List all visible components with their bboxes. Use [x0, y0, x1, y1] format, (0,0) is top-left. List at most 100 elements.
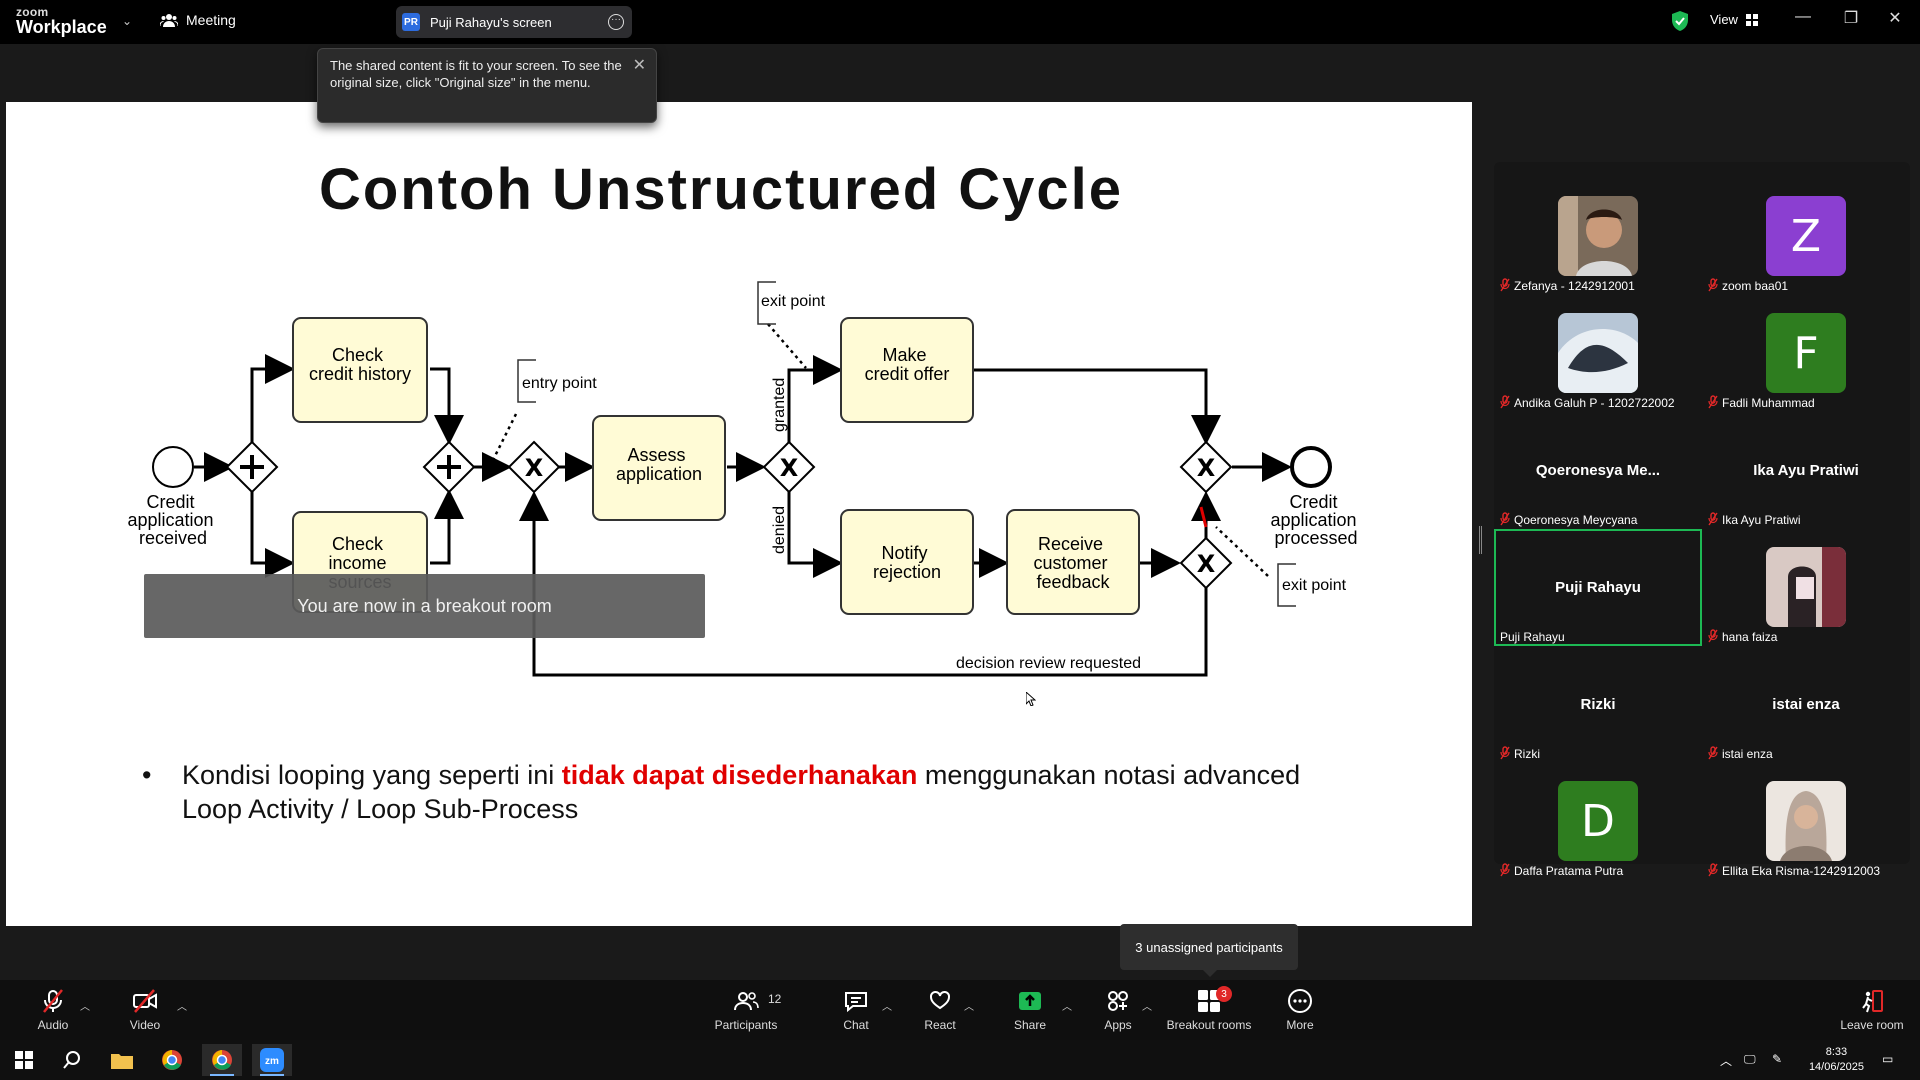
chrome-active-icon[interactable]: [202, 1044, 242, 1076]
share-screen-icon: [1019, 992, 1041, 1010]
more-button[interactable]: More: [1280, 980, 1320, 1040]
react-button[interactable]: React: [920, 980, 960, 1040]
system-clock[interactable]: 8:33 14/06/2025: [1809, 1045, 1864, 1075]
share-button[interactable]: Share: [1010, 980, 1050, 1040]
participant-tile[interactable]: Ika Ayu Pratiwi Ika Ayu Pratiwi: [1702, 412, 1910, 529]
security-shield-icon[interactable]: [1670, 10, 1690, 32]
participant-tile[interactable]: Andika Galuh P - 1202722002: [1494, 295, 1702, 412]
svg-text:X: X: [1197, 550, 1216, 578]
participant-tile[interactable]: D Daffa Pratama Putra: [1494, 763, 1702, 880]
windows-start-icon[interactable]: [4, 1044, 44, 1076]
participant-display-name: Puji Rahayu: [1555, 579, 1641, 596]
loop-label: decision review requested: [956, 655, 1141, 672]
avatar: [1558, 196, 1638, 276]
participant-name-label: Ellita Eka Risma-1242912003: [1708, 862, 1880, 880]
participant-tile[interactable]: Qoeronesya Me... Qoeronesya Meycyana: [1494, 412, 1702, 529]
restore-icon[interactable]: ❐: [1836, 8, 1866, 28]
screen-share-indicator[interactable]: PR Puji Rahayu's screen ···: [396, 6, 632, 38]
participant-name-label: hana faiza: [1708, 628, 1777, 646]
search-icon[interactable]: [52, 1044, 92, 1076]
participant-tile[interactable]: istai enza istai enza: [1702, 646, 1910, 763]
avatar: D: [1558, 781, 1638, 861]
avatar: Z: [1766, 196, 1846, 276]
participant-tile[interactable]: Ellita Eka Risma-1242912003: [1702, 763, 1910, 880]
participant-tile[interactable]: Zefanya - 1242912001: [1494, 178, 1702, 295]
unassigned-participants-hint: 3 unassigned participants: [1120, 924, 1298, 977]
microphone-muted-icon: [1708, 511, 1718, 529]
chrome-icon[interactable]: [152, 1044, 192, 1076]
breakout-rooms-button[interactable]: Breakout rooms 3: [1164, 980, 1254, 1040]
shared-screen: Contoh Unstructured Cycle X X X X Check …: [6, 102, 1472, 926]
apps-button[interactable]: Apps: [1098, 980, 1138, 1040]
share-label: Puji Rahayu's screen: [430, 14, 552, 30]
bullet-text: Kondisi looping yang seperti ini tidak d…: [182, 758, 1302, 826]
heart-react-icon: [930, 990, 950, 1010]
meeting-menu-button[interactable]: Meeting: [160, 12, 236, 28]
microphone-muted-icon: [1708, 394, 1718, 412]
participant-tile[interactable]: Zzoom baa01: [1702, 178, 1910, 295]
avatar: F: [1766, 313, 1846, 393]
view-button[interactable]: View: [1710, 12, 1758, 27]
participant-name-label: Rizki: [1500, 745, 1540, 763]
task-feedback: Receive customer feedback: [1033, 534, 1112, 592]
notifications-icon[interactable]: ▭: [1882, 1052, 1893, 1066]
microphone-muted-icon: [1500, 862, 1510, 880]
svg-text:X: X: [1197, 454, 1216, 482]
panel-splitter[interactable]: [1479, 526, 1482, 554]
participant-tile[interactable]: hana faiza: [1702, 529, 1910, 646]
chat-icon: [845, 992, 867, 1013]
chevron-down-icon[interactable]: ⌄: [122, 14, 132, 28]
chat-options-caret[interactable]: ︿: [882, 998, 892, 1013]
tray-chevron-icon[interactable]: ︿: [1720, 1052, 1732, 1069]
bullet-dot: •: [142, 760, 152, 790]
task-notify: Notify rejection: [873, 543, 941, 582]
apps-label: Apps: [1104, 1018, 1132, 1032]
zoom-logo[interactable]: zoom Workplace: [16, 6, 107, 36]
participant-name-label: zoom baa01: [1708, 277, 1788, 295]
tooltip-close-icon[interactable]: ✕: [633, 55, 646, 75]
chat-button[interactable]: Chat: [836, 980, 876, 1040]
video-button[interactable]: Video: [120, 980, 170, 1040]
participant-tile[interactable]: Rizki Rizki: [1494, 646, 1702, 763]
more-options-icon[interactable]: ···: [608, 14, 624, 30]
participant-name-label: Daffa Pratama Putra: [1500, 862, 1623, 880]
participants-button[interactable]: Participants 12: [712, 980, 781, 1040]
participant-tile[interactable]: Puji Rahayu Puji Rahayu: [1494, 529, 1702, 646]
breakout-rooms-label: Breakout rooms: [1166, 1018, 1252, 1032]
apps-options-caret[interactable]: ︿: [1142, 998, 1152, 1013]
svg-text:X: X: [780, 454, 799, 482]
microphone-muted-icon: [1708, 745, 1718, 763]
audio-button[interactable]: Audio: [28, 980, 78, 1040]
participant-tile[interactable]: F Fadli Muhammad: [1702, 295, 1910, 412]
file-explorer-icon[interactable]: [102, 1044, 142, 1076]
bullet-prefix: Kondisi looping yang seperti ini: [182, 760, 562, 790]
react-label: React: [924, 1018, 956, 1032]
more-icon: [1288, 989, 1312, 1013]
network-icon[interactable]: 🖵: [1744, 1052, 1756, 1067]
top-bar: zoom Workplace ⌄ Meeting PR Puji Rahayu'…: [0, 0, 1920, 44]
audio-options-caret[interactable]: ︿: [80, 998, 90, 1013]
microphone-muted-icon: [1708, 862, 1718, 880]
pen-icon[interactable]: ✎: [1772, 1052, 1782, 1066]
zoom-taskbar-icon[interactable]: zm: [252, 1044, 292, 1076]
fit-to-screen-tooltip: The shared content is fit to your screen…: [317, 48, 657, 123]
minimize-icon[interactable]: —: [1788, 8, 1818, 26]
participant-name-label: Qoeronesya Meycyana: [1500, 511, 1637, 529]
start-event-label: Credit application received: [127, 492, 218, 548]
react-options-caret[interactable]: ︿: [964, 998, 974, 1013]
close-icon[interactable]: ✕: [1880, 8, 1910, 28]
entry-point-label: entry point: [522, 375, 597, 392]
end-event-label: Credit application processed: [1270, 492, 1361, 548]
clock-date: 14/06/2025: [1808, 1061, 1864, 1073]
audio-label: Audio: [37, 1018, 69, 1032]
clock-time: 8:33: [1825, 1046, 1848, 1058]
leave-room-button[interactable]: Leave room: [1836, 980, 1908, 1040]
video-options-caret[interactable]: ︿: [177, 998, 187, 1013]
participant-display-name: istai enza: [1772, 696, 1840, 713]
participant-name-label: Zefanya - 1242912001: [1500, 277, 1635, 295]
slide-bullet: • Kondisi looping yang seperti ini tidak…: [142, 758, 1302, 826]
tooltip-text: The shared content is fit to your screen…: [330, 58, 622, 90]
camera-off-icon: [133, 989, 157, 1013]
share-options-caret[interactable]: ︿: [1062, 998, 1072, 1013]
share-owner-avatar: PR: [402, 13, 420, 31]
